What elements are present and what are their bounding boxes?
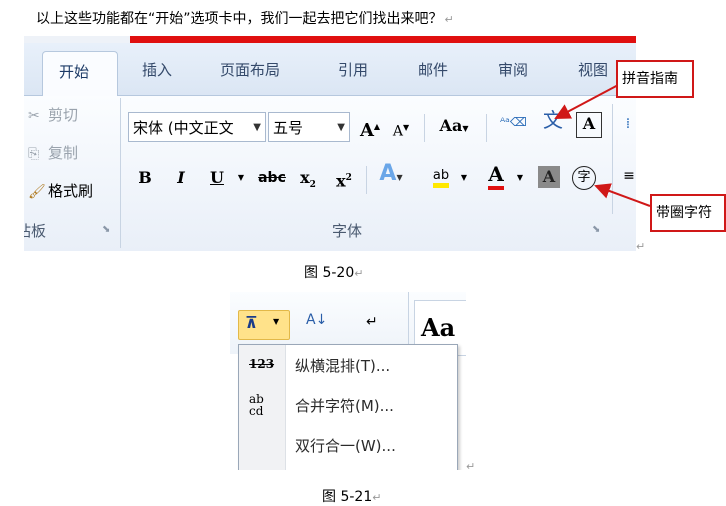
chinese-layout-icon: ⊼ (245, 313, 258, 332)
return-mark: ↵ (372, 491, 382, 504)
menu-item-combine-characters[interactable]: 合并字符(M)... (295, 395, 394, 416)
combine-icon-top: ab (249, 392, 264, 406)
chinese-layout-button[interactable]: ⊼ ▼ (238, 310, 290, 340)
combine-characters-icon: ab cd (249, 392, 264, 418)
style-preview-text: Aa (421, 313, 456, 342)
pinyin-arrow (554, 83, 621, 119)
enclosed-arrow (594, 183, 651, 207)
caption-2-text: 图 5-21 (322, 489, 373, 505)
callout-pinyin-text: 拼音指南 (622, 71, 678, 87)
return-mark: ↵ (636, 240, 646, 253)
return-mark: ↵ (466, 460, 476, 473)
menu-item-vertical-horizontal[interactable]: 纵横混排(T)... (295, 355, 390, 376)
callout-enclosed-text: 带圈字符 (656, 205, 712, 221)
menu-item-two-lines-in-one[interactable]: 双行合一(W)... (295, 435, 396, 456)
sort-icon[interactable]: A↓ (306, 312, 327, 328)
chevron-down-icon: ▼ (273, 317, 280, 326)
vertical-horizontal-icon: 123 (249, 357, 275, 371)
caption-1-text: 图 5-20 (304, 265, 355, 281)
callout-enclosed-chars: 带圈字符 (650, 194, 726, 232)
show-marks-icon[interactable]: ↵ (366, 314, 378, 330)
return-mark: ↵ (354, 267, 364, 280)
figure-caption-2: 图 5-21↵ (322, 486, 381, 506)
chinese-layout-menu: 123 纵横混排(T)... ab cd 合并字符(M)... 双行合一(W)..… (238, 344, 458, 470)
callout-pinyin-guide: 拼音指南 (616, 60, 694, 98)
chinese-layout-screenshot: ⊼ ▼ A↓ ↵ Aa 123 纵横混排(T)... ab cd 合并字符(M).… (230, 292, 466, 470)
figure-caption-1: 图 5-20↵ (304, 262, 363, 282)
